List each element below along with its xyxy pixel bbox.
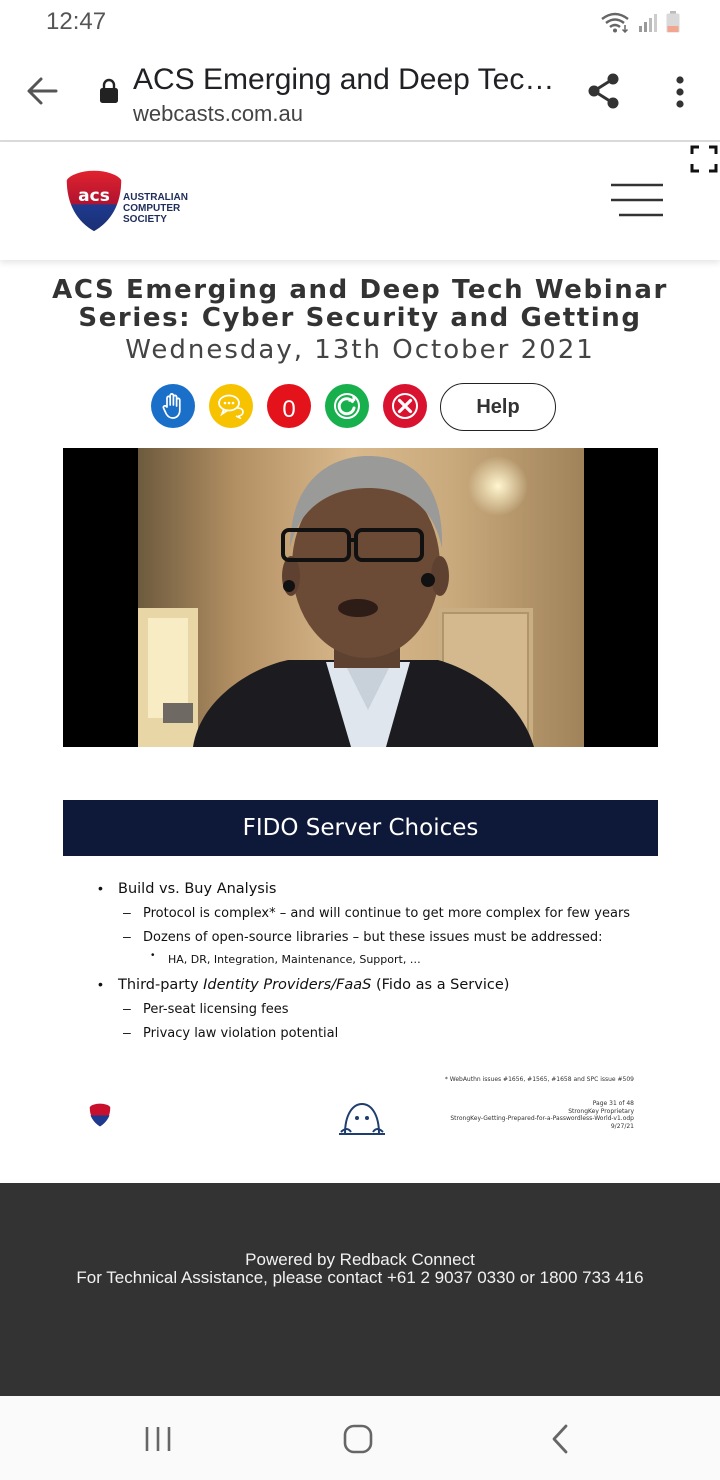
- dash-marker: –: [123, 1000, 131, 1016]
- wifi-icon: [601, 12, 629, 33]
- org-name: AUSTRALIAN COMPUTER SOCIETY: [123, 192, 188, 225]
- presentation-slide: FIDO Server Choices • Build vs. Buy Anal…: [63, 800, 658, 1145]
- slide-footer-info: Page 31 of 48 StrongKey Proprietary Stro…: [450, 1100, 634, 1130]
- battery-icon: [666, 11, 680, 33]
- back-icon[interactable]: [550, 1424, 570, 1454]
- raise-hand-button[interactable]: [151, 384, 195, 428]
- refresh-button[interactable]: [325, 384, 369, 428]
- status-bar: 12:47: [0, 0, 720, 44]
- help-button[interactable]: Help: [440, 383, 556, 431]
- chat-button[interactable]: [209, 384, 253, 428]
- strongkey-mascot-logo: [339, 1102, 385, 1135]
- org-name-line: COMPUTER: [123, 203, 181, 214]
- page-footer: Powered by Redback Connect For Technical…: [0, 1183, 720, 1396]
- slide-footer-line: StrongKey Proprietary: [568, 1107, 634, 1115]
- webinar-title-line: ACS Emerging and Deep Tech Webinar: [52, 275, 668, 305]
- slide-subsubbullet: HA, DR, Integration, Maintenance, Suppor…: [168, 953, 421, 966]
- org-name-line: AUSTRALIAN: [123, 192, 188, 203]
- webinar-title-line: Series: Cyber Security and Getting: [78, 303, 642, 333]
- share-icon[interactable]: [586, 72, 622, 110]
- slide-footer-line: 9/27/21: [610, 1122, 634, 1130]
- slide-footnote: * WebAuthn issues #1656, #1565, #1658 an…: [444, 1076, 634, 1083]
- hamburger-menu-icon[interactable]: [610, 183, 664, 219]
- webinar-title: ACS Emerging and Deep Tech Webinar Serie…: [0, 276, 720, 332]
- bullet-dot: •: [98, 880, 103, 896]
- dash-marker: –: [123, 1024, 131, 1040]
- fullscreen-icon[interactable]: [690, 145, 718, 173]
- webinar-date: Wednesday, 13th October 2021: [125, 335, 595, 365]
- dash-marker: –: [123, 928, 131, 944]
- page-title: ACS Emerging and Deep Tec…: [133, 63, 555, 96]
- slide-subbullet: Dozens of open-source libraries – but th…: [143, 930, 603, 945]
- bullet-dot: •: [98, 976, 103, 992]
- technical-contact-text: For Technical Assistance, please contact…: [76, 1268, 644, 1287]
- status-icons: [600, 10, 680, 34]
- bullet-dot: •: [151, 950, 155, 961]
- org-name-line: SOCIETY: [123, 214, 167, 225]
- home-icon[interactable]: [343, 1424, 373, 1454]
- presenter-video-image: [138, 456, 534, 747]
- questions-count-button[interactable]: 0: [267, 384, 311, 428]
- slide-bullet: Build vs. Buy Analysis: [118, 881, 277, 897]
- slide-footer-line: StrongKey-Getting-Prepared-for-a-Passwor…: [450, 1115, 634, 1122]
- recent-apps-icon[interactable]: [144, 1426, 172, 1452]
- slide-bullet: Third-party Identity Providers/FaaS (Fid…: [118, 977, 510, 993]
- presenter-video-frame: [138, 448, 584, 747]
- slide-subbullet: Privacy law violation potential: [143, 1026, 339, 1041]
- chat-bubbles-icon: [218, 394, 244, 419]
- hand-icon: [162, 393, 181, 419]
- status-time: 12:47: [46, 8, 107, 35]
- slide-subbullet: Per-seat licensing fees: [143, 1002, 289, 1017]
- system-navigation-bar: [0, 1396, 720, 1480]
- address-bar[interactable]: ACS Emerging and Deep Tec… webcasts.com.…: [133, 62, 563, 128]
- questions-count: 0: [282, 396, 296, 423]
- refresh-icon: [334, 393, 360, 419]
- browser-toolbar: ACS Emerging and Deep Tec… webcasts.com.…: [0, 44, 720, 142]
- slide-subbullet: Protocol is complex* – and will continue…: [143, 906, 631, 921]
- powered-by-text: Powered by Redback Connect: [245, 1250, 475, 1269]
- back-arrow-icon[interactable]: [26, 76, 58, 106]
- signal-icon: [639, 14, 657, 32]
- url-text: webcasts.com.au: [133, 101, 303, 126]
- acs-logo[interactable]: acs: [64, 168, 124, 234]
- slide-title: FIDO Server Choices: [63, 800, 658, 856]
- slide-footer-line: Page 31 of 48: [592, 1100, 634, 1107]
- logo-wordmark: acs: [78, 186, 110, 206]
- close-icon: [392, 393, 418, 419]
- more-options-icon[interactable]: [674, 76, 686, 108]
- dash-marker: –: [123, 904, 131, 920]
- close-button[interactable]: [383, 384, 427, 428]
- site-header: acs AUSTRALIAN COMPUTER SOCIETY: [0, 142, 720, 260]
- slide-acs-logo: [89, 1103, 111, 1127]
- video-player[interactable]: [63, 448, 658, 747]
- lock-icon: [100, 78, 118, 103]
